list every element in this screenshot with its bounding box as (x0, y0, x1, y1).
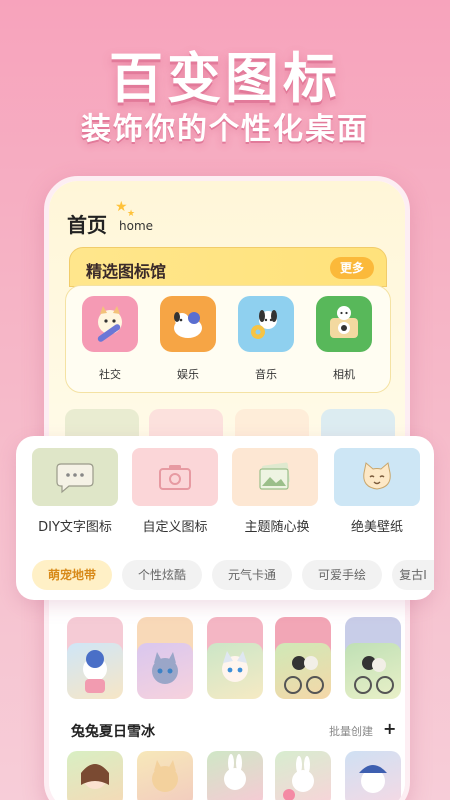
page-title: 首页 (67, 213, 107, 237)
chat-bubble-icon[interactable] (32, 448, 118, 506)
feature-label-theme: 主题随心换 (244, 520, 310, 535)
app-label-camera: 相机 (333, 368, 355, 381)
music-dog-icon[interactable] (238, 296, 294, 352)
image-icon[interactable] (232, 448, 318, 506)
feature-label-wallpaper: 绝美壁纸 (350, 520, 403, 535)
gallery-title: 精选图标馆 (86, 262, 167, 281)
feature-label-diy: DIY文字图标 (38, 520, 112, 535)
section-title: 兔兔夏日雪冰 (71, 724, 155, 740)
chip-cartoon[interactable]: 元气卡通 (212, 560, 292, 590)
feature-label-custom: 自定义图标 (142, 520, 208, 535)
chip-cool[interactable]: 个性炫酷 (122, 560, 202, 590)
page-subtitle: home (119, 219, 154, 233)
camera-cat-icon[interactable] (316, 296, 372, 352)
star-icon: ★ (127, 209, 136, 219)
wallpaper-thumb[interactable] (345, 643, 401, 699)
wallpaper-thumb[interactable] (275, 751, 331, 800)
wallpaper-thumb[interactable] (345, 751, 401, 800)
star-icon: ★ (115, 199, 128, 215)
wallpaper-thumb[interactable] (207, 751, 263, 800)
wallpaper-thumb[interactable] (67, 643, 123, 699)
more-button[interactable]: 更多 (330, 257, 374, 279)
app-label-entertainment: 娱乐 (177, 368, 199, 381)
hero-title: 百变图标 (109, 47, 341, 110)
app-label-social: 社交 (99, 368, 121, 381)
feature-panel: DIY文字图标 自定义图标 主题随心换 绝美壁纸 萌宠地带 个性炫酷 元气卡通 … (16, 436, 434, 600)
gallery-banner: 精选图标馆 更多 (69, 247, 387, 287)
entertainment-dog-icon[interactable] (160, 296, 216, 352)
social-cat-pencil-icon[interactable] (82, 296, 138, 352)
wallpaper-thumb[interactable] (275, 643, 331, 699)
chip-cute-pets[interactable]: 萌宠地带 (32, 560, 112, 590)
app-label-music: 音乐 (255, 368, 277, 381)
gallery-card: 社交 娱乐 音乐 相机 (65, 285, 391, 393)
hero-subtitle: 装饰你的个性化桌面 (81, 112, 369, 147)
cat-face-icon[interactable] (334, 448, 420, 506)
chip-retro[interactable]: 复古I (392, 560, 434, 590)
plus-icon[interactable]: + (383, 719, 396, 738)
chip-hand-drawn[interactable]: 可爱手绘 (302, 560, 382, 590)
wallpaper-thumb[interactable] (207, 643, 263, 699)
batch-create-button[interactable]: 批量创建 (329, 723, 373, 739)
camera-icon[interactable] (132, 448, 218, 506)
wallpaper-thumb[interactable] (67, 751, 123, 800)
wallpaper-thumb[interactable] (137, 751, 193, 800)
wallpaper-thumb[interactable] (137, 643, 193, 699)
